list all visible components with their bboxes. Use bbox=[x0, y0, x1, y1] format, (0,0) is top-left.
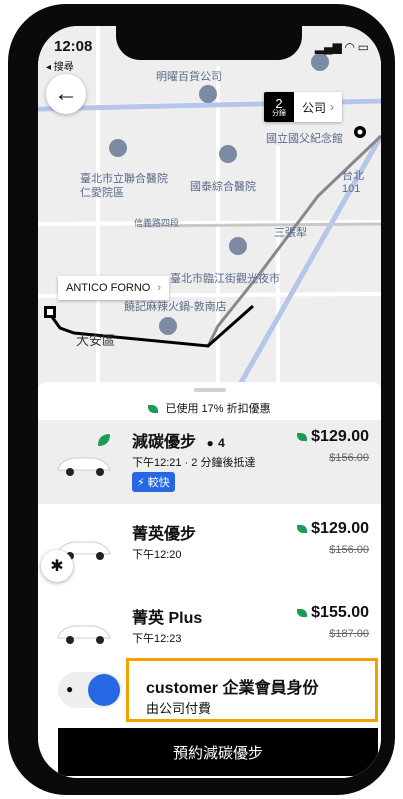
person-icon: ● bbox=[66, 682, 74, 696]
pickup-chip[interactable]: ANTICO FORNO › bbox=[58, 276, 170, 300]
wifi-icon: ◠ bbox=[345, 40, 355, 54]
ride-original-price: $156.00 bbox=[329, 452, 369, 464]
phone-frame: 明曜百貨公司 臺北市立聯合醫院仁愛院區 國泰綜合醫院 國立國父紀念館 台北101… bbox=[8, 4, 395, 795]
status-back-link[interactable]: ◂ 搜尋 bbox=[46, 58, 74, 73]
ride-eta: 下午12:21 · 2 分鐘後抵達 bbox=[132, 457, 256, 469]
bug-report-button[interactable]: ✱ bbox=[41, 550, 73, 582]
screen: 明曜百貨公司 臺北市立聯合醫院仁愛院區 國泰綜合醫院 國立國父紀念館 台北101… bbox=[38, 26, 381, 778]
arrow-left-icon: ← bbox=[54, 80, 78, 107]
map-label: 大安區 bbox=[76, 333, 116, 348]
profile-toggle[interactable]: ● bbox=[58, 672, 122, 708]
leaf-icon bbox=[297, 432, 308, 441]
ride-price-text: $155.00 bbox=[311, 604, 369, 621]
map-label: 台北101 bbox=[342, 170, 364, 195]
ride-price: $155.00 bbox=[297, 604, 369, 622]
ride-eta: 下午12:20 bbox=[132, 549, 182, 561]
back-button[interactable]: ← bbox=[46, 74, 86, 114]
map[interactable]: 明曜百貨公司 臺北市立聯合醫院仁愛院區 國泰綜合醫院 國立國父紀念館 台北101… bbox=[38, 26, 381, 388]
seat-count: 4 bbox=[218, 436, 225, 450]
person-icon: ● bbox=[206, 436, 214, 450]
briefcase-icon bbox=[88, 674, 120, 706]
faster-badge: ⚡ 較快 bbox=[132, 472, 175, 492]
leaf-icon bbox=[297, 524, 308, 533]
map-label: 國泰綜合醫院 bbox=[190, 181, 256, 193]
leaf-icon bbox=[148, 405, 159, 414]
destination-label: 公司 › bbox=[294, 92, 343, 122]
bolt-icon: ⚡ bbox=[137, 477, 145, 489]
ride-price-text: $129.00 bbox=[311, 428, 369, 445]
eta-badge: 2 分鐘 bbox=[264, 92, 294, 122]
map-label: 明曜百貨公司 bbox=[156, 71, 222, 83]
ride-name-text: 減碳優步 bbox=[132, 434, 197, 451]
ride-option-green[interactable]: 減碳優步 ● 4 下午12:21 · 2 分鐘後抵達 ⚡ 較快 $129.00 … bbox=[38, 420, 381, 504]
faster-text: 較快 bbox=[147, 477, 170, 489]
eta-minutes: 2 bbox=[275, 95, 283, 111]
bug-icon: ✱ bbox=[50, 558, 64, 575]
signal-icon: ▂▄▆ bbox=[314, 40, 342, 54]
destination-chip[interactable]: 2 分鐘 公司 › bbox=[264, 92, 343, 122]
book-ride-button[interactable]: 預約減碳優步 bbox=[58, 728, 378, 776]
chevron-right-icon: › bbox=[157, 282, 162, 294]
ride-name: 菁英優步 bbox=[132, 526, 197, 543]
leaf-icon bbox=[297, 608, 308, 617]
car-icon bbox=[57, 457, 111, 476]
ride-option-black[interactable]: 菁英優步 下午12:20 $129.00 $156.00 bbox=[38, 514, 381, 586]
chevron-right-icon: › bbox=[330, 100, 335, 114]
leaf-badge-icon bbox=[98, 434, 110, 446]
corporate-profile-title: customer 企業會員身份 bbox=[146, 680, 319, 697]
pickup-text: ANTICO FORNO bbox=[66, 282, 151, 294]
battery-icon: ▭ bbox=[357, 40, 369, 54]
ride-price-text: $129.00 bbox=[311, 520, 369, 537]
corporate-profile-payment: 由公司付費 bbox=[146, 701, 212, 716]
status-time: 12:08 bbox=[54, 38, 93, 55]
map-label: 臺北市臨江街觀光夜市 bbox=[170, 273, 280, 285]
map-label: 信義路四段 bbox=[134, 218, 180, 228]
car-icon bbox=[57, 625, 111, 644]
ride-eta: 下午12:23 bbox=[132, 633, 182, 645]
destination-text: 公司 bbox=[302, 100, 327, 115]
eta-unit: 分鐘 bbox=[272, 109, 286, 117]
ride-price: $129.00 bbox=[297, 520, 369, 538]
map-label: 國立國父紀念館 bbox=[266, 133, 343, 145]
ride-price: $129.00 bbox=[297, 428, 369, 446]
map-label: 饒記麻辣火鍋-敦南店 bbox=[124, 301, 227, 313]
ride-name: 菁英 Plus bbox=[132, 610, 203, 627]
map-label: 三張犁 bbox=[274, 227, 307, 239]
status-icons: ▂▄▆ ◠ ▭ bbox=[315, 40, 369, 54]
drag-handle[interactable] bbox=[194, 388, 226, 392]
ride-name: 減碳優步 ● 4 bbox=[132, 428, 225, 452]
ride-original-price: $156.00 bbox=[329, 544, 369, 556]
discount-banner: 已使用 17% 折扣優惠 bbox=[38, 400, 381, 416]
map-label: 臺北市立聯合醫院仁愛院區 bbox=[80, 173, 168, 199]
ride-original-price: $187.00 bbox=[329, 628, 369, 640]
discount-text: 已使用 17% 折扣優惠 bbox=[165, 403, 271, 415]
phone-notch bbox=[116, 26, 302, 60]
